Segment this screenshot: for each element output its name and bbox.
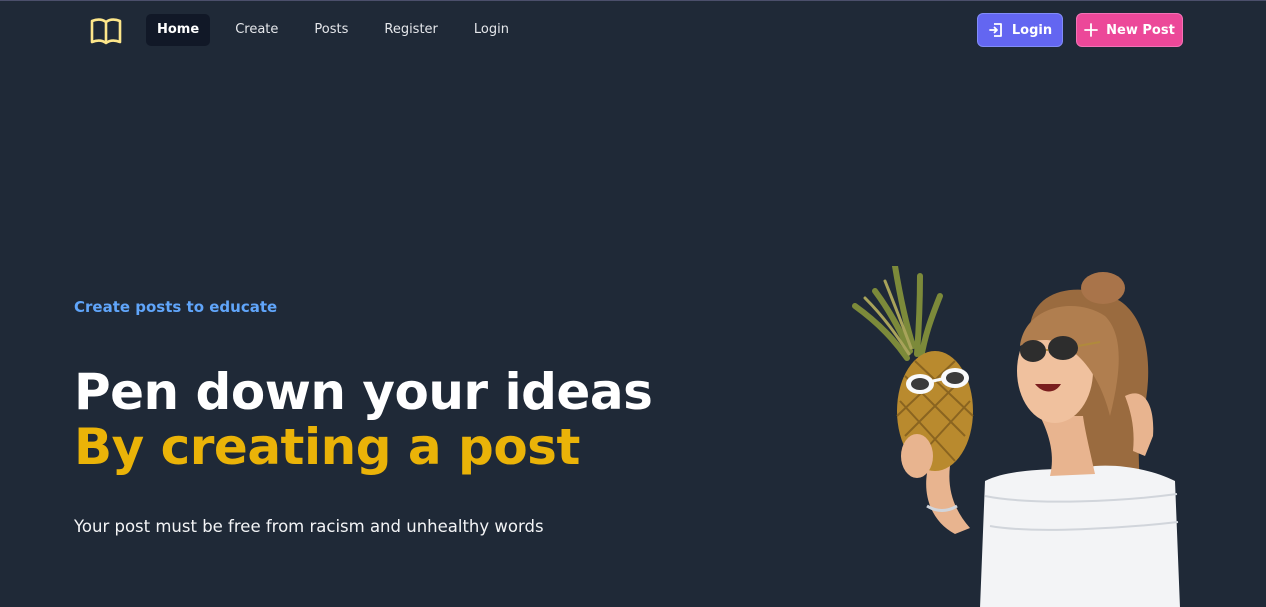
navbar: Home Create Posts Register Login Login N…	[0, 1, 1266, 61]
plus-icon	[1084, 23, 1099, 37]
nav-link-register[interactable]: Register	[373, 14, 449, 46]
page: Home Create Posts Register Login Login N…	[0, 0, 1266, 607]
hero-subtext: Your post must be free from racism and u…	[74, 517, 544, 536]
nav-link-posts[interactable]: Posts	[303, 14, 359, 46]
hero-headline-line2: By creating a post	[74, 418, 580, 476]
nav-link-login[interactable]: Login	[463, 14, 520, 46]
hero-eyebrow: Create posts to educate	[74, 298, 278, 316]
nav-link-create[interactable]: Create	[224, 14, 289, 46]
login-button[interactable]: Login	[977, 13, 1063, 47]
login-arrow-icon	[988, 23, 1002, 37]
hero-illustration	[852, 266, 1180, 607]
new-post-button[interactable]: New Post	[1076, 13, 1183, 47]
new-post-button-label: New Post	[1106, 22, 1175, 38]
login-button-label: Login	[1011, 22, 1053, 38]
nav-links: Home Create Posts Register Login	[146, 14, 534, 46]
hero-headline-line1: Pen down your ideas	[74, 363, 653, 421]
nav-link-home[interactable]: Home	[146, 14, 211, 46]
open-book-icon[interactable]	[89, 17, 123, 45]
